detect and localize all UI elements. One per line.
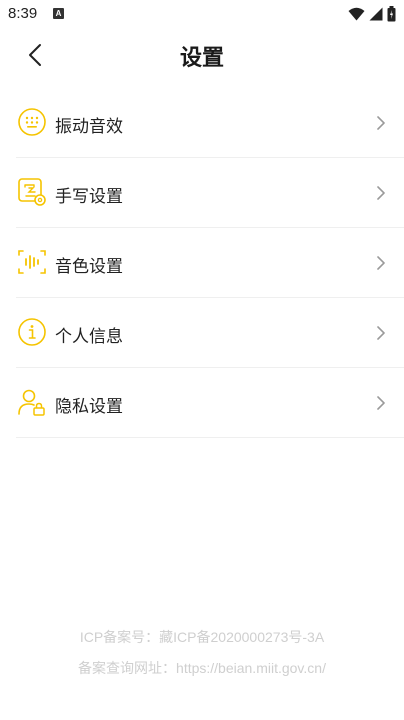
settings-screen: 8:39 A 设置 振动音效 手写设置 音色设置 个人信息 隐私设置 ICP备案… — [0, 0, 404, 720]
status-icons — [348, 6, 396, 22]
battery-icon — [387, 6, 396, 22]
chevron-right-icon — [377, 256, 385, 270]
menu-item-label: 振动音效 — [55, 117, 123, 137]
handwriting-settings-icon — [16, 176, 48, 208]
info-icon — [16, 316, 48, 348]
page-title: 设置 — [179, 46, 224, 71]
vibration-keyboard-icon — [16, 106, 48, 138]
menu-item-privacy[interactable]: 隐私设置 — [16, 368, 404, 438]
footer: ICP备案号：藏ICP备2020000273号-3A 备案查询网址：https:… — [0, 622, 404, 684]
settings-menu: 振动音效 手写设置 音色设置 个人信息 隐私设置 — [0, 88, 404, 438]
chevron-right-icon — [377, 116, 385, 130]
chevron-right-icon — [377, 396, 385, 410]
menu-item-vibration-sound[interactable]: 振动音效 — [16, 88, 404, 158]
voice-timbre-icon — [16, 246, 48, 278]
chevron-right-icon — [377, 186, 385, 200]
header: 设置 — [0, 28, 404, 84]
notification-a-icon: A — [53, 8, 64, 19]
menu-item-handwriting[interactable]: 手写设置 — [16, 158, 404, 228]
status-time: 8:39 — [8, 5, 38, 22]
wifi-icon — [348, 7, 365, 21]
privacy-user-lock-icon — [16, 386, 48, 418]
menu-item-label: 手写设置 — [55, 187, 123, 207]
menu-item-label: 音色设置 — [55, 257, 123, 277]
record-query-link[interactable]: 备案查询网址：https://beian.miit.gov.cn/ — [0, 653, 404, 684]
icp-record-text: ICP备案号：藏ICP备2020000273号-3A — [79, 629, 325, 645]
menu-item-label: 隐私设置 — [55, 397, 123, 417]
status-bar: 8:39 A — [0, 0, 404, 28]
chevron-right-icon — [377, 326, 385, 340]
menu-item-voice-timbre[interactable]: 音色设置 — [16, 228, 404, 298]
signal-icon — [369, 7, 383, 21]
menu-item-label: 个人信息 — [55, 327, 123, 347]
menu-item-personal-info[interactable]: 个人信息 — [16, 298, 404, 368]
